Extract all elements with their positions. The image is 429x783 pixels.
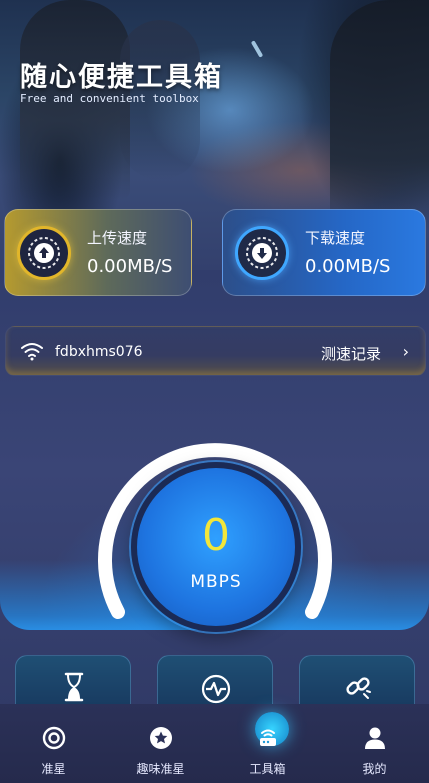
- app-screen: 随心便捷工具箱 Free and convenient toolbox 上传速度…: [0, 0, 429, 783]
- gauge-speed-unit: MBPS: [190, 572, 242, 592]
- hero-light-streak: [250, 40, 264, 58]
- nav-item-fun-crosshair[interactable]: 趣味准星: [107, 704, 214, 783]
- link-icon: [346, 677, 371, 699]
- pulse-monitor-icon: [201, 674, 231, 704]
- wifi-network-name: fdbxhms076: [55, 344, 143, 360]
- nav-item-profile[interactable]: 我的: [321, 704, 428, 783]
- crosshair-icon: [42, 726, 65, 750]
- nav-item-toolbox[interactable]: 工具箱: [214, 704, 321, 783]
- nav-label-crosshair: 准星: [41, 762, 66, 776]
- profile-icon: [364, 727, 385, 749]
- wifi-network-bar[interactable]: fdbxhms076 测速记录 ›: [5, 326, 426, 376]
- nav-label-fun-crosshair: 趣味准星: [136, 762, 185, 776]
- download-gauge-icon: [235, 226, 289, 280]
- upload-speed-value: 0.00MB/S: [87, 256, 173, 277]
- upload-gauge-icon: [17, 226, 71, 280]
- hourglass-icon: [64, 672, 84, 702]
- hero-subtitle: Free and convenient toolbox: [20, 92, 199, 105]
- download-speed-label: 下载速度: [305, 229, 366, 247]
- hero-figure-right: [330, 0, 429, 230]
- nav-label-profile: 我的: [362, 762, 387, 776]
- nav-item-crosshair[interactable]: 准星: [0, 704, 107, 783]
- toolbox-router-icon: [259, 729, 276, 746]
- hero-title: 随心便捷工具箱: [20, 62, 223, 93]
- upload-speed-label: 上传速度: [87, 229, 148, 247]
- speed-test-history-link[interactable]: 测速记录: [321, 343, 381, 364]
- download-speed-value: 0.00MB/S: [305, 256, 391, 277]
- star-icon: [149, 727, 172, 749]
- upload-speed-card[interactable]: 上传速度 0.00MB/S: [4, 209, 192, 296]
- chevron-right-icon[interactable]: ›: [403, 342, 409, 361]
- gauge-speed-value: 0: [202, 510, 230, 561]
- download-speed-card[interactable]: 下载速度 0.00MB/S: [222, 209, 426, 296]
- nav-label-toolbox: 工具箱: [249, 762, 286, 776]
- wifi-icon: [21, 343, 43, 361]
